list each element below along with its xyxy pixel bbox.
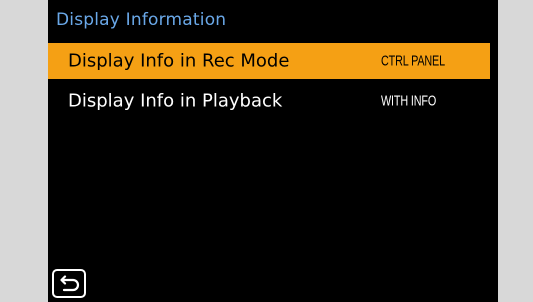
page-title: Display Information: [56, 10, 227, 30]
menu-item-display-info-playback[interactable]: Display Info in Playback WITH INFO: [48, 83, 490, 119]
menu-item-value: CTRL PANEL: [381, 52, 445, 70]
menu-item-value: WITH INFO: [381, 92, 437, 110]
return-arrow-icon: [60, 274, 80, 291]
back-button[interactable]: [52, 269, 86, 298]
menu-item-display-info-rec-mode[interactable]: Display Info in Rec Mode CTRL PANEL: [48, 43, 490, 79]
menu-item-label: Display Info in Rec Mode: [68, 50, 290, 72]
menu-item-label: Display Info in Playback: [68, 90, 283, 112]
menu-screen: Display Information Display Info in Rec …: [48, 0, 498, 302]
